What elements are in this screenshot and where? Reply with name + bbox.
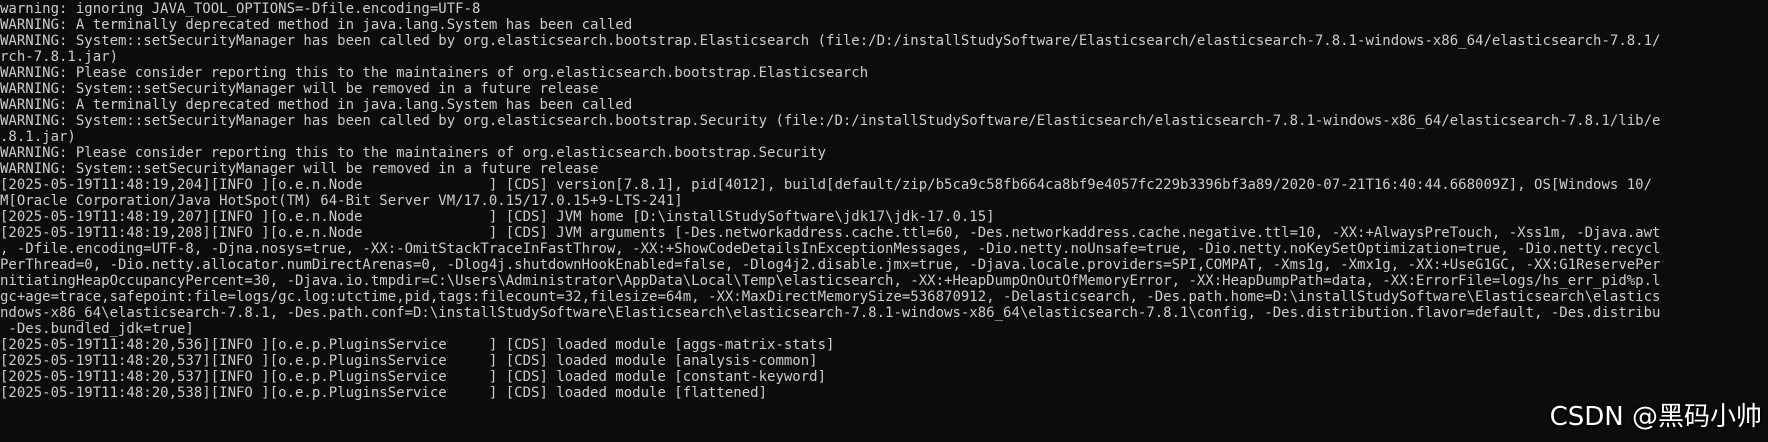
console-line: ndows-x86_64\elasticsearch-7.8.1, -Des.p… — [0, 305, 1661, 321]
console-line: gc+age=trace,safepoint:file=logs/gc.log:… — [0, 289, 1661, 305]
console-line: .8.1.jar) — [0, 129, 76, 145]
console-line: [2025-05-19T11:48:19,208][INFO ][o.e.n.N… — [0, 225, 1661, 241]
console-line: WARNING: System::setSecurityManager has … — [0, 113, 1661, 129]
console-line: [2025-05-19T11:48:19,207][INFO ][o.e.n.N… — [0, 209, 995, 225]
console-line: rch-7.8.1.jar) — [0, 49, 119, 65]
console-line: warning: ignoring JAVA_TOOL_OPTIONS=-Dfi… — [0, 1, 481, 17]
console-window[interactable]: warning: ignoring JAVA_TOOL_OPTIONS=-Dfi… — [0, 0, 1768, 442]
console-line: [2025-05-19T11:48:20,536][INFO ][o.e.p.P… — [0, 337, 835, 353]
console-line: nitiatingHeapOccupancyPercent=30, -Djava… — [0, 273, 1661, 289]
console-line: [2025-05-19T11:48:19,204][INFO ][o.e.n.N… — [0, 177, 1653, 193]
console-line: WARNING: System::setSecurityManager has … — [0, 33, 1661, 49]
console-output: warning: ignoring JAVA_TOOL_OPTIONS=-Dfi… — [0, 1, 1768, 401]
console-line: -Des.bundled_jdk=true] — [0, 321, 194, 337]
console-line: WARNING: A terminally deprecated method … — [0, 17, 633, 33]
console-line: M[Oracle Corporation/Java HotSpot(TM) 64… — [0, 193, 683, 209]
console-line: [2025-05-19T11:48:20,538][INFO ][o.e.p.P… — [0, 385, 768, 401]
console-line: [2025-05-19T11:48:20,537][INFO ][o.e.p.P… — [0, 369, 827, 385]
console-line: PerThread=0, -Dio.netty.allocator.numDir… — [0, 257, 1661, 273]
console-line: WARNING: A terminally deprecated method … — [0, 97, 633, 113]
console-line: [2025-05-19T11:48:20,537][INFO ][o.e.p.P… — [0, 353, 818, 369]
csdn-watermark: CSDN @黑码小帅 — [1549, 402, 1762, 432]
console-line: WARNING: Please consider reporting this … — [0, 65, 869, 81]
console-line: WARNING: Please consider reporting this … — [0, 145, 827, 161]
console-line: WARNING: System::setSecurityManager will… — [0, 81, 599, 97]
console-line: , -Dfile.encoding=UTF-8, -Djna.nosys=tru… — [0, 241, 1661, 257]
console-line: WARNING: System::setSecurityManager will… — [0, 161, 599, 177]
